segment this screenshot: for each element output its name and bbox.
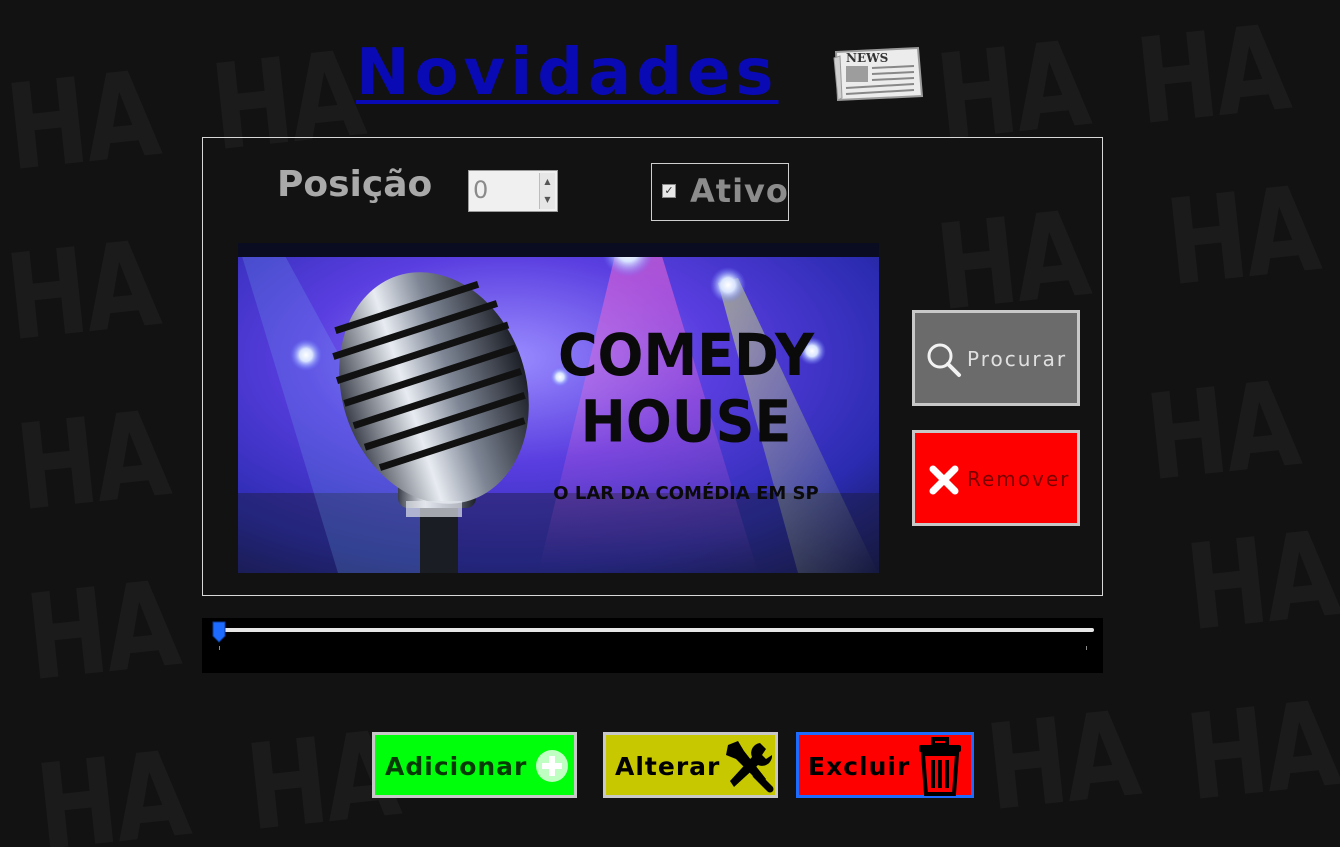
watermark-text: HA xyxy=(30,724,193,847)
watermark-text: HA xyxy=(20,554,183,708)
news-banner-image: COMEDY HOUSE O LAR DA COMÉDIA EM SP xyxy=(238,243,879,573)
position-slider[interactable] xyxy=(202,618,1103,673)
plus-circle-icon xyxy=(536,750,568,782)
close-icon xyxy=(929,465,959,495)
add-button[interactable]: Adicionar xyxy=(372,732,577,798)
position-spinner[interactable]: ▲ ▼ xyxy=(468,170,558,212)
search-button[interactable]: Procurar xyxy=(912,310,1080,406)
watermark-text: HA xyxy=(0,214,163,368)
newspaper-icon-text: NEWS xyxy=(846,51,888,65)
active-checkbox[interactable]: ✓ xyxy=(662,184,676,198)
slider-tick-start xyxy=(219,646,220,650)
watermark-text: HA xyxy=(10,384,173,538)
trash-icon xyxy=(919,737,961,796)
watermark-text: HA xyxy=(1180,504,1340,658)
edit-button-label: Alterar xyxy=(615,752,721,781)
spinner-up-button[interactable]: ▲ xyxy=(539,173,555,191)
slider-tick-end xyxy=(1086,646,1087,650)
remove-button[interactable]: Remover xyxy=(912,430,1080,526)
edit-button[interactable]: Alterar xyxy=(603,732,778,798)
add-button-label: Adicionar xyxy=(385,752,528,781)
watermark-text: HA xyxy=(1180,674,1340,828)
banner-headline-1: COMEDY xyxy=(558,322,815,389)
delete-button[interactable]: Excluir xyxy=(796,732,974,798)
delete-button-label: Excluir xyxy=(808,752,911,781)
spinner-down-button[interactable]: ▼ xyxy=(539,191,555,209)
page-title[interactable]: Novidades xyxy=(356,36,779,110)
active-label: Ativo xyxy=(690,172,789,210)
search-button-label: Procurar xyxy=(967,347,1068,371)
watermark-text: HA xyxy=(1160,159,1323,313)
newspaper-icon: NEWS xyxy=(833,46,924,102)
slider-thumb[interactable] xyxy=(212,621,226,643)
news-editor-panel: Posição ▲ ▼ ✓ Ativo xyxy=(202,137,1103,596)
banner-headline-2: HOUSE xyxy=(581,389,792,456)
watermark-text: HA xyxy=(980,684,1143,838)
banner-tagline: O LAR DA COMÉDIA EM SP xyxy=(553,482,818,504)
header: Novidades NEWS xyxy=(0,0,1340,130)
slider-track[interactable] xyxy=(218,628,1094,632)
spinner-buttons: ▲ ▼ xyxy=(539,173,555,209)
position-label: Posição xyxy=(277,164,433,205)
search-icon xyxy=(927,343,961,377)
position-input[interactable] xyxy=(471,173,543,207)
tools-icon xyxy=(726,741,774,793)
remove-button-label: Remover xyxy=(967,467,1071,491)
active-checkbox-group[interactable]: ✓ Ativo xyxy=(651,163,789,221)
watermark-text: HA xyxy=(1140,354,1303,508)
